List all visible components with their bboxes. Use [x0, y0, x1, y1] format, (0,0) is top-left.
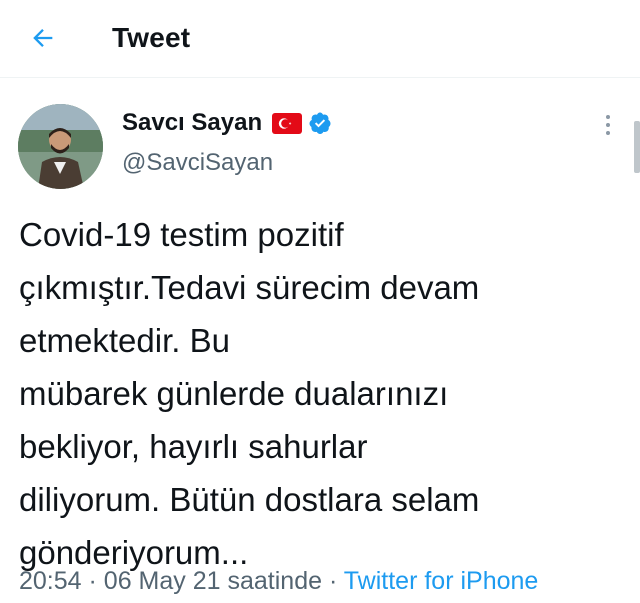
meta-separator: · — [88, 567, 97, 595]
tweet-text-line: bekliyor, hayırlı sahurlar — [19, 428, 368, 465]
tweet-text-line: çıkmıştır.Tedavi sürecim devam — [19, 269, 480, 306]
tweet-text-line: etmektedir. Bu — [19, 322, 230, 359]
more-dots-icon — [606, 123, 610, 127]
author-handle[interactable]: @SavciSayan — [122, 146, 273, 180]
tweet-text: Covid-19 testim pozitif çıkmıştır.Tedavi… — [19, 208, 619, 579]
tweet-time[interactable]: 20:54 — [19, 567, 82, 595]
author-avatar[interactable] — [18, 104, 103, 189]
tweet-text-line: diliyorum. Bütün dostlara selam — [19, 481, 480, 518]
more-dots-icon — [606, 115, 610, 119]
turkey-flag-icon — [272, 112, 303, 134]
page-title: Tweet — [112, 22, 191, 53]
tweet-text-line: mübarek günlerde dualarınızı — [19, 375, 449, 412]
avatar-photo — [18, 104, 103, 189]
back-button[interactable] — [22, 20, 64, 56]
tweet-text-line: Covid-19 testim pozitif — [19, 216, 344, 253]
tweet-source-link[interactable]: Twitter for iPhone — [344, 567, 539, 595]
meta-separator: · — [328, 567, 338, 595]
tweet-metadata: 20:54 · 06 May 21 saatinde · Twitter for… — [19, 563, 538, 599]
back-arrow-icon — [33, 29, 53, 47]
verified-badge-icon — [309, 112, 331, 134]
tweet-date[interactable]: 06 May 21 saatinde — [104, 567, 322, 595]
author-name-row: Savcı Sayan — [122, 106, 332, 140]
scrollbar[interactable] — [634, 121, 640, 173]
author-display-name[interactable]: Savcı Sayan — [122, 106, 262, 140]
top-bar: Tweet — [0, 0, 640, 78]
more-options-button[interactable] — [598, 110, 618, 140]
more-dots-icon — [606, 131, 610, 135]
